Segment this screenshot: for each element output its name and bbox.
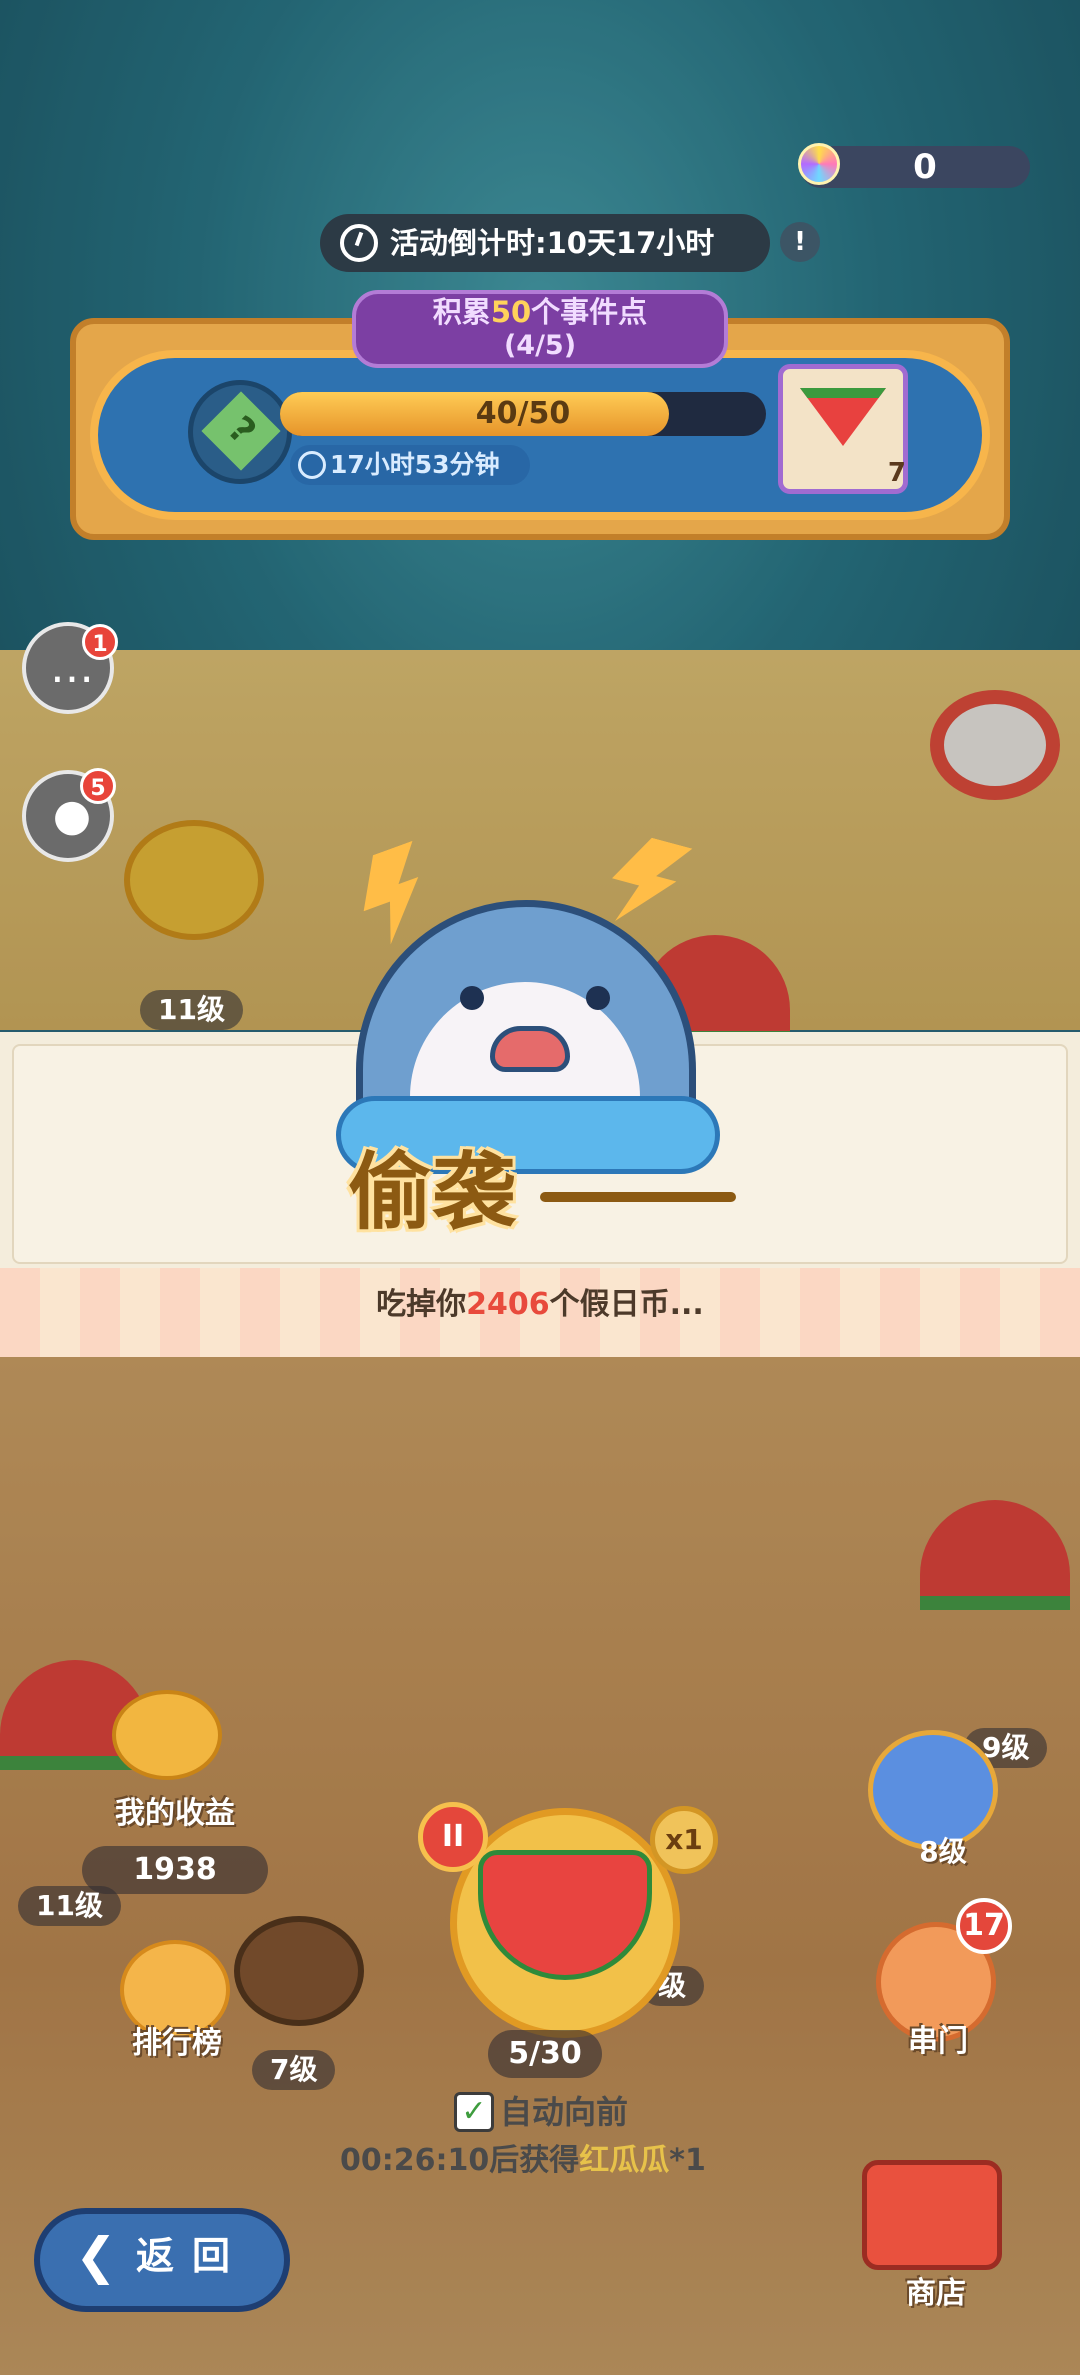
- back-label[interactable]: 返回: [136, 2226, 266, 2286]
- level-label: 7级: [252, 2050, 336, 2090]
- dice-count: 5/30: [508, 2036, 582, 2071]
- banner-title: 偷袭: [348, 1143, 517, 1241]
- auto-forward-label[interactable]: 自动向前: [500, 2090, 680, 2134]
- goal-suffix: 个事件点: [531, 295, 648, 329]
- message-prefix: 吃掉你: [376, 1287, 467, 1322]
- reward-time: 00:26:10后获得: [340, 2143, 580, 2178]
- coin-value: 0: [913, 147, 937, 187]
- auto-forward-checkbox[interactable]: ✓: [454, 2092, 494, 2132]
- clock-icon: [298, 451, 326, 479]
- event-step-progress: (4/5): [503, 330, 577, 361]
- back-arrow-icon: ❮: [75, 2227, 117, 2285]
- leaderboard-label[interactable]: 排行榜: [112, 2022, 242, 2066]
- timed-reward-text: 00:26:10后获得红瓜瓜*1: [340, 2138, 760, 2184]
- coins-lost-number: 2406: [466, 1287, 550, 1322]
- rainbow-coin-icon: [798, 143, 840, 185]
- info-button[interactable]: !: [780, 222, 820, 262]
- pause-button[interactable]: II: [418, 1802, 488, 1872]
- shop-truck-icon[interactable]: [862, 2160, 1002, 2270]
- event-timer-text: 17小时53分钟: [330, 450, 500, 479]
- reward-count: 7: [887, 458, 906, 488]
- ring-level-label: 8级: [919, 1835, 967, 1868]
- reward-qty: *1: [669, 2143, 706, 2178]
- piggy-bank-icon[interactable]: [112, 1690, 222, 1780]
- event-goal-title: 积累50个事件点: [352, 292, 728, 332]
- shark-mouth: [490, 1026, 570, 1072]
- income-value: 1938: [133, 1852, 217, 1887]
- goal-number: 50: [490, 295, 532, 329]
- goal-prefix: 积累: [432, 295, 491, 329]
- clock-icon: [340, 224, 378, 262]
- banner-message: 吃掉你2406个假日币...: [0, 1280, 1080, 1330]
- visit-badge: 17: [956, 1898, 1012, 1954]
- shark-eye: [586, 986, 610, 1010]
- shark-eye: [460, 986, 484, 1010]
- countdown-text: 活动倒计时:10天17小时: [390, 226, 715, 260]
- reward-item: 红瓜瓜: [579, 2143, 670, 2178]
- pet-badge: 5: [80, 768, 116, 804]
- message-suffix: 个假日币...: [549, 1287, 704, 1322]
- chat-badge: 1: [82, 624, 118, 660]
- banner-title-dash: [540, 1192, 736, 1202]
- event-progress-text: 40/50: [475, 396, 571, 431]
- visit-label[interactable]: 串门: [890, 2020, 986, 2064]
- income-label: 我的收益: [115, 1796, 235, 1831]
- multiplier-button[interactable]: x1: [650, 1806, 718, 1874]
- mystery-map-icon[interactable]: [188, 380, 292, 484]
- shop-label[interactable]: 商店: [888, 2272, 984, 2316]
- level-label: 11级: [140, 990, 243, 1030]
